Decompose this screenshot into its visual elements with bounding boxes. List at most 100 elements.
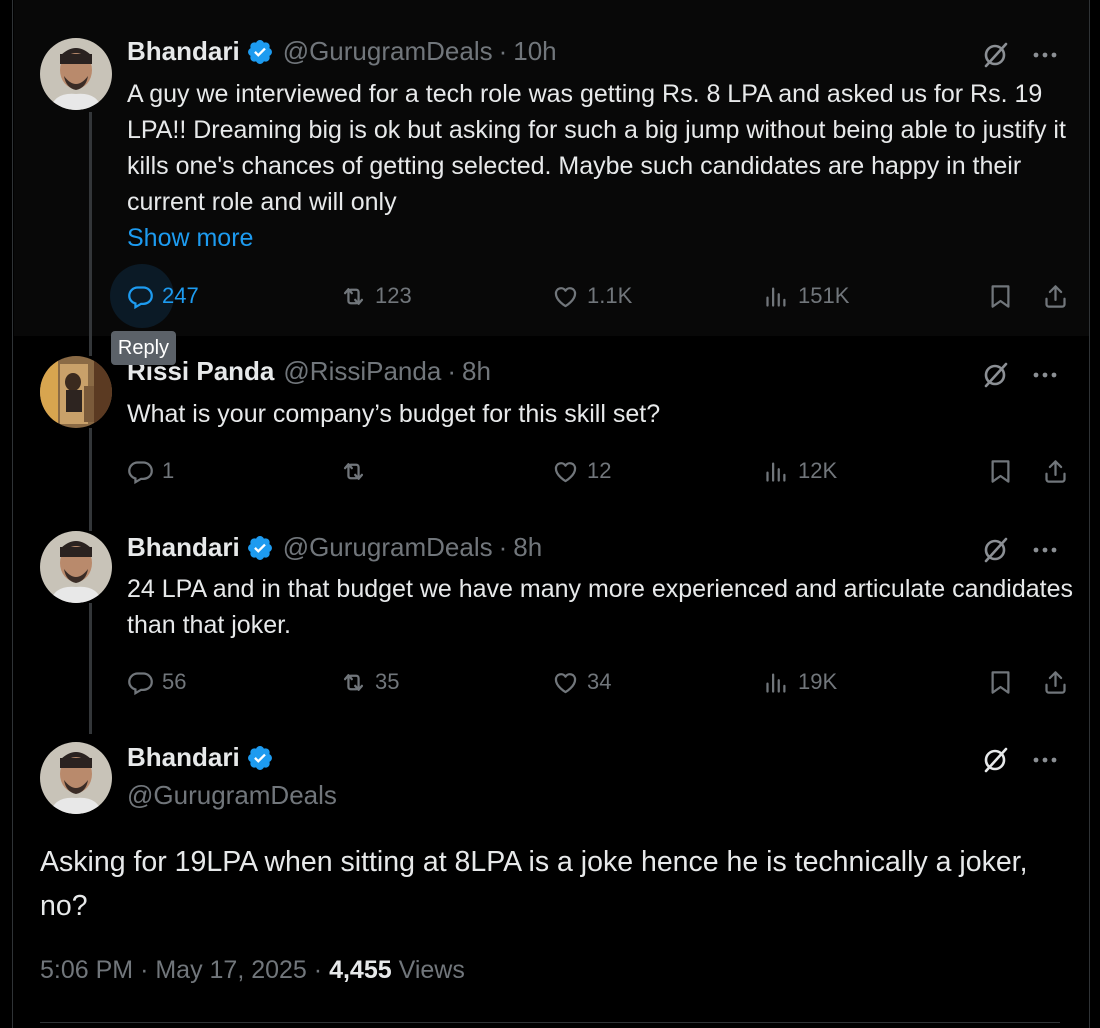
repost-icon	[343, 287, 364, 305]
views-icon	[766, 462, 786, 482]
repost-button[interactable]: 35	[340, 662, 399, 702]
main-handle-row: @GurugramDeals	[127, 780, 337, 811]
views-button[interactable]: 19K	[763, 662, 837, 702]
action-bar: 56 35 34 19K	[127, 662, 1077, 702]
views-icon	[766, 287, 786, 307]
like-count: 12	[587, 458, 612, 483]
share-button[interactable]	[1042, 662, 1069, 702]
grok-icon[interactable]	[981, 41, 1009, 69]
tweet-1[interactable]: Bhandari @GurugramDeals · 10h A guy we i…	[14, 0, 1089, 336]
repost-count: 123	[375, 283, 412, 308]
thread-line	[89, 428, 92, 516]
like-button[interactable]: 34	[552, 662, 611, 702]
more-icon[interactable]	[1030, 40, 1060, 70]
reply-button[interactable]: 56	[127, 662, 186, 702]
post-time[interactable]: 5:06 PM	[40, 956, 133, 984]
avatar[interactable]	[40, 742, 112, 814]
avatar[interactable]	[40, 38, 112, 110]
more-icon[interactable]	[1030, 360, 1060, 390]
display-name[interactable]: Bhandari	[127, 742, 240, 773]
share-button[interactable]	[1042, 276, 1069, 316]
verified-badge-icon[interactable]	[246, 744, 274, 772]
main-tweet-text: Asking for 19LPA when sitting at 8LPA is…	[40, 846, 1028, 922]
handle[interactable]: @GurugramDeals	[283, 532, 493, 563]
views-icon	[766, 673, 786, 693]
separator: ·	[498, 532, 508, 562]
repost-button[interactable]: 123	[340, 276, 412, 316]
share-icon	[1045, 284, 1066, 308]
reply-icon	[128, 285, 153, 309]
views-count: 151K	[798, 283, 850, 308]
display-name[interactable]: Bhandari	[127, 532, 240, 563]
repost-icon	[343, 673, 364, 691]
handle[interactable]: @RissiPanda	[283, 356, 441, 387]
verified-badge-icon[interactable]	[246, 534, 274, 562]
repost-button[interactable]	[340, 451, 375, 491]
handle[interactable]: @GurugramDeals	[127, 780, 337, 811]
views-button[interactable]: 151K	[763, 276, 849, 316]
reply-tooltip: Reply	[111, 331, 176, 365]
divider	[40, 1022, 1060, 1023]
left-column-border	[0, 0, 13, 1028]
more-icon[interactable]	[1030, 535, 1060, 565]
reply-icon	[128, 671, 153, 695]
bookmark-button[interactable]	[987, 662, 1014, 702]
bookmark-icon	[991, 459, 1010, 483]
thread-line	[89, 516, 92, 531]
like-button[interactable]: 1.1K	[552, 276, 632, 316]
separator: ·	[313, 956, 323, 984]
repost-count: 35	[375, 669, 400, 694]
avatar[interactable]	[40, 531, 112, 603]
like-icon	[554, 672, 577, 693]
more-icon[interactable]	[1030, 745, 1060, 775]
tweet-header: Rissi Panda @RissiPanda · 8h	[127, 356, 491, 387]
tweet-text: 24 LPA and in that budget we have many m…	[127, 575, 1073, 639]
bookmark-icon	[991, 284, 1010, 308]
share-icon	[1045, 670, 1066, 694]
thread-line	[89, 603, 92, 734]
reply-button[interactable]: 1	[127, 451, 174, 491]
show-more-link[interactable]: Show more	[127, 224, 253, 252]
right-column-border	[1089, 0, 1100, 1028]
like-count: 1.1K	[587, 283, 633, 308]
tweet-text-content: A guy we interviewed for a tech role was…	[127, 80, 1066, 216]
separator: ·	[447, 356, 456, 386]
grok-icon[interactable]	[981, 536, 1009, 564]
avatar[interactable]	[40, 356, 112, 428]
verified-badge-icon[interactable]	[246, 38, 274, 66]
timestamp[interactable]: 8h	[462, 356, 491, 387]
views-button[interactable]: 12K	[763, 451, 837, 491]
like-icon	[554, 461, 577, 482]
bookmark-button[interactable]	[987, 276, 1014, 316]
reply-button[interactable]: 247	[127, 276, 199, 316]
tweet-header: Bhandari	[127, 742, 274, 773]
reply-count: 1	[162, 458, 175, 483]
reply-icon	[128, 460, 153, 484]
share-button[interactable]	[1042, 451, 1069, 491]
like-count: 34	[587, 669, 612, 694]
action-bar: 1 12 12K	[127, 451, 1077, 491]
reply-count: 56	[162, 669, 187, 694]
repost-icon	[343, 462, 364, 480]
grok-icon[interactable]	[981, 361, 1009, 389]
views-count: 12K	[798, 458, 838, 483]
views-total: 4,455	[329, 956, 392, 984]
display-name[interactable]: Bhandari	[127, 36, 240, 67]
separator: ·	[140, 956, 149, 984]
post-date[interactable]: May 17, 2025	[155, 956, 307, 984]
grok-icon[interactable]	[981, 746, 1009, 774]
timestamp[interactable]: 10h	[513, 36, 556, 67]
timestamp[interactable]: 8h	[513, 532, 542, 563]
like-button[interactable]: 12	[552, 451, 611, 491]
tweet-3[interactable]: Bhandari @GurugramDeals · 8h 24 LPA and …	[14, 516, 1089, 734]
tweet-meta: 5:06 PM · May 17, 2025 · 4,455 Views	[40, 956, 465, 985]
reply-count: 247	[162, 283, 199, 308]
thread-line	[89, 336, 92, 356]
tweet-header: Bhandari @GurugramDeals · 10h	[127, 36, 557, 67]
bookmark-icon	[991, 670, 1010, 694]
share-icon	[1045, 459, 1066, 483]
tweet-text: A guy we interviewed for a tech role was…	[127, 76, 1077, 256]
bookmark-button[interactable]	[987, 451, 1014, 491]
handle[interactable]: @GurugramDeals	[283, 36, 493, 67]
tweet-text: What is your company’s budget for this s…	[127, 400, 661, 428]
